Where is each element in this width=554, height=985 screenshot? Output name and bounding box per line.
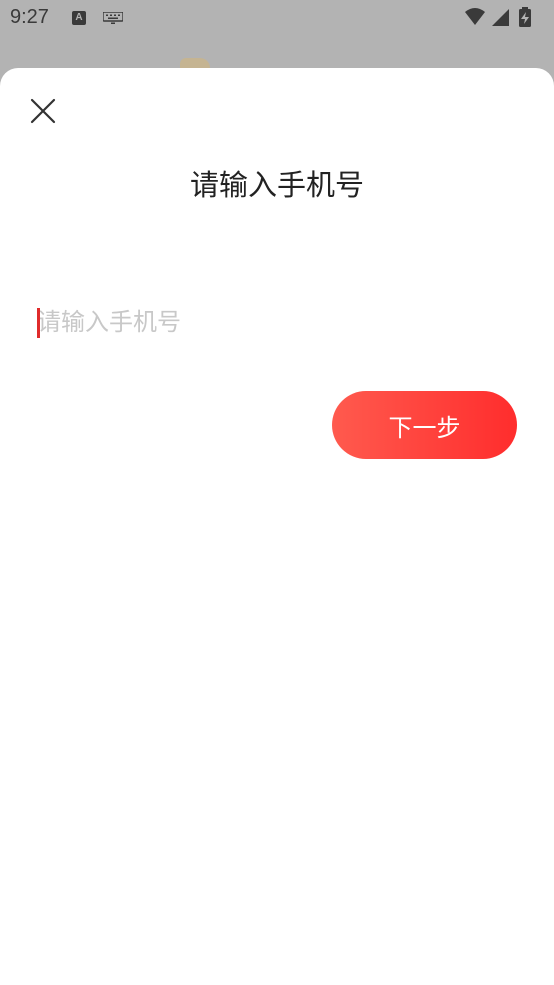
signal-icon: [492, 9, 509, 26]
status-time: 9:27: [10, 6, 49, 28]
close-icon: [30, 98, 56, 124]
text-cursor: [37, 308, 40, 338]
system-status-icons: [465, 7, 531, 27]
page-title: 请输入手机号: [189, 168, 364, 202]
screen: 9:27 A 请输入手机号 请输入手机号 下一步: [0, 0, 554, 985]
phone-login-sheet: 请输入手机号 下一步: [0, 68, 554, 985]
a-icon: A: [72, 11, 86, 25]
status-bar: 9:27 A: [0, 0, 554, 36]
next-step-button[interactable]: 下一步: [332, 391, 517, 459]
battery-charging-icon: [519, 7, 531, 27]
close-button[interactable]: [26, 94, 60, 128]
wifi-icon: [465, 8, 485, 25]
phone-number-input[interactable]: [37, 302, 517, 342]
keyboard-icon: [103, 12, 123, 24]
